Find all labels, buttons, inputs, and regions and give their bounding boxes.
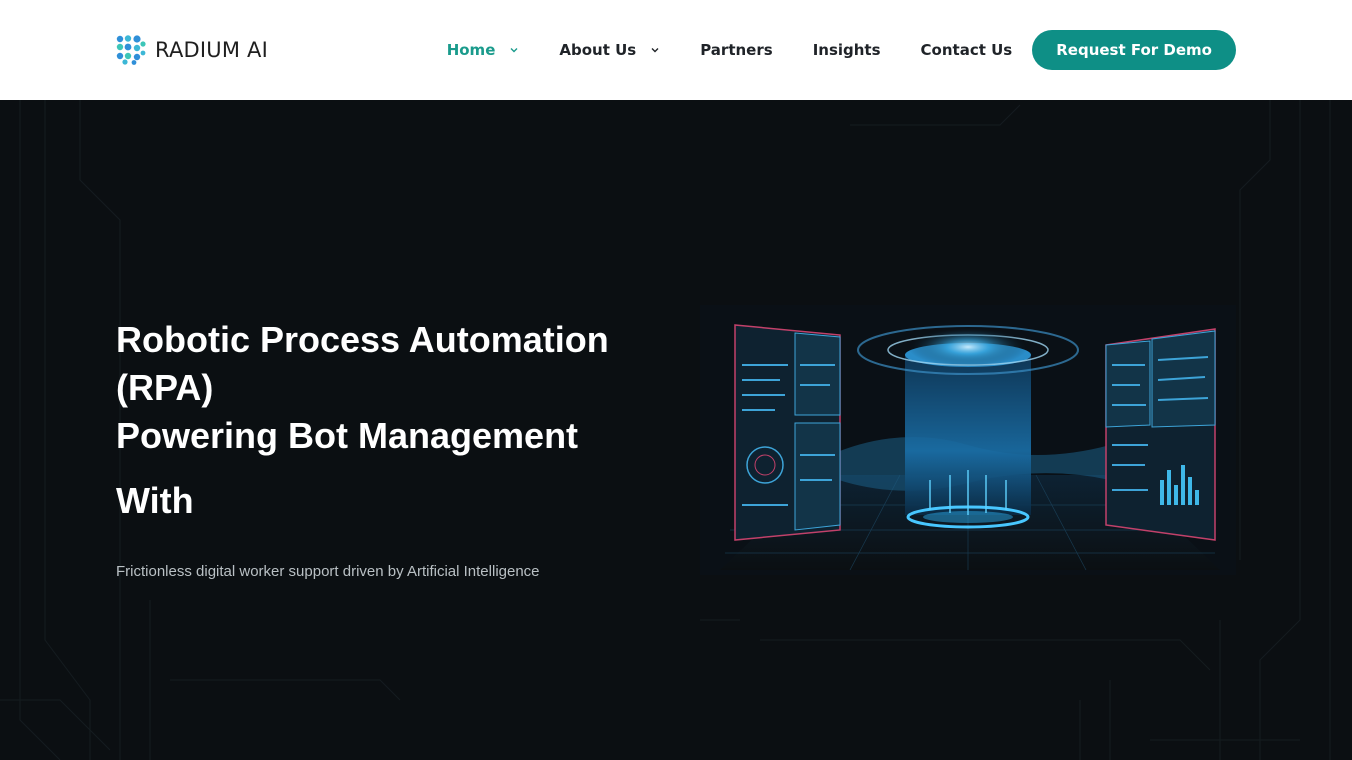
hero-title-line3: Powering Bot Management [116,415,579,456]
hero-section: Robotic Process Automation (RPA) Powerin… [0,100,1352,760]
hero-title-with: With [116,480,194,521]
nav-item-contact-us[interactable]: Contact Us [921,41,1013,59]
main-nav: Home About Us Partners Insights Contact … [447,30,1236,70]
nav-item-label: Home [446,41,496,59]
radium-logo-icon [116,35,146,65]
brand-name: RADIUM AI [155,38,268,62]
hero-title-line2: (RPA) [116,367,214,408]
nav-item-partners[interactable]: Partners [700,41,772,59]
hero-illustration [700,305,1236,575]
hero-title: Robotic Process Automation (RPA) Powerin… [116,316,676,460]
nav-item-insights[interactable]: Insights [813,41,881,59]
hero-title-line1: Robotic Process Automation [116,319,609,360]
request-demo-button[interactable]: Request For Demo [1032,30,1236,70]
nav-item-label: Insights [812,41,881,59]
brand-logo[interactable]: RADIUM AI [116,35,268,65]
site-header: RADIUM AI Home About Us Partners Insight… [0,0,1352,100]
hero-subtitle: Frictionless digital worker support driv… [116,563,540,580]
nav-item-about-us[interactable]: About Us [559,41,660,59]
nav-item-home[interactable]: Home [447,41,520,59]
nav-item-label: Contact Us [920,41,1013,59]
chevron-down-icon [651,48,659,53]
nav-item-label: About Us [559,41,637,59]
nav-item-label: Partners [700,41,773,59]
chevron-down-icon [510,48,518,53]
